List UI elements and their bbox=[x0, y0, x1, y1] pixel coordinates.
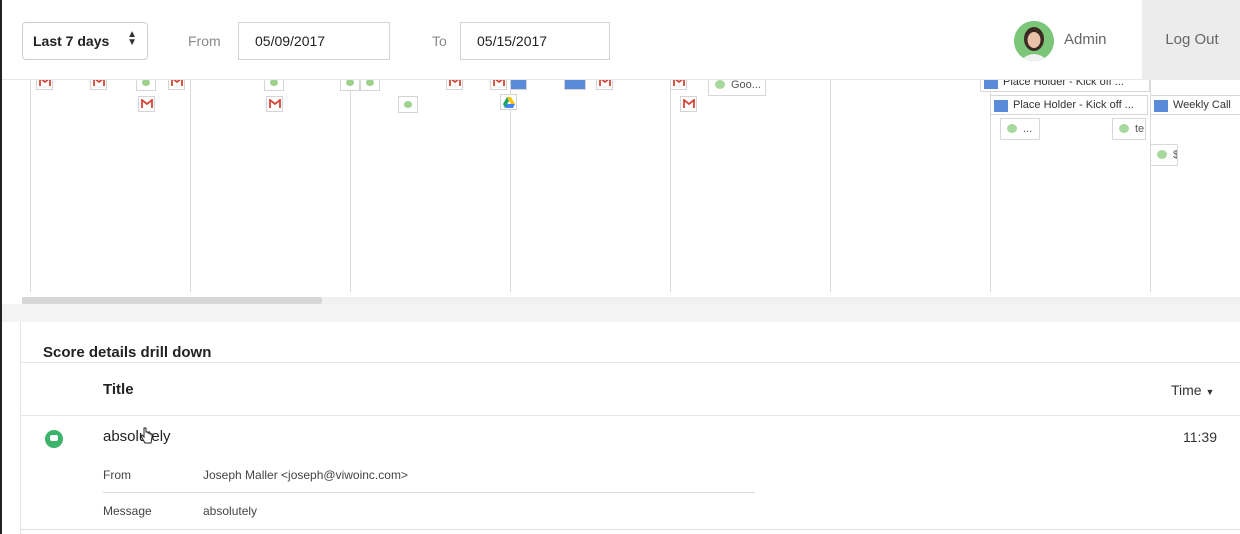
to-label: To bbox=[432, 33, 447, 49]
column-time-header[interactable]: Time ▼ bbox=[1171, 382, 1214, 398]
column-time-label: Time bbox=[1171, 382, 1202, 398]
day-divider bbox=[30, 80, 31, 292]
from-label: From bbox=[188, 33, 221, 49]
column-title-header[interactable]: Title bbox=[103, 381, 134, 398]
event-chip[interactable]: Place Holder - Kick off ... bbox=[990, 95, 1148, 115]
calendar-icon[interactable] bbox=[564, 80, 586, 90]
event-chip[interactable]: Place Holder - Kick off ... bbox=[980, 80, 1150, 92]
row-time: 11:39 bbox=[1183, 429, 1217, 445]
hand-cursor-icon bbox=[140, 427, 153, 444]
call-chip[interactable]: te bbox=[1112, 118, 1146, 140]
date-range-select[interactable]: Last 7 days ▲ ▼ bbox=[22, 22, 148, 60]
phone-icon[interactable] bbox=[398, 96, 418, 113]
event-chip-label: Place Holder - Kick off ... bbox=[1003, 80, 1124, 88]
section-divider bbox=[2, 304, 1240, 322]
phone-icon bbox=[1157, 150, 1167, 159]
call-chip-label: $ bbox=[1173, 149, 1177, 161]
panel-title: Score details drill down bbox=[43, 344, 212, 361]
phone-icon bbox=[1007, 124, 1017, 133]
event-chip-label: Weekly Call bbox=[1173, 99, 1231, 111]
to-date-input[interactable]: 05/15/2017 bbox=[460, 22, 610, 60]
header-bar: Last 7 days ▲ ▼ From 05/09/2017 To 05/15/… bbox=[2, 0, 1240, 80]
phone-icon bbox=[1119, 124, 1129, 133]
call-chip-label: Goo... bbox=[731, 80, 761, 91]
call-chip[interactable]: ... bbox=[1000, 118, 1040, 140]
call-chip-label: te bbox=[1135, 123, 1145, 135]
call-chip[interactable]: Goo... bbox=[708, 80, 766, 96]
table-header: Title Time ▼ bbox=[21, 362, 1240, 416]
message-field-label: Message bbox=[103, 504, 152, 518]
google-drive-icon[interactable] bbox=[500, 94, 517, 110]
gmail-icon[interactable] bbox=[446, 80, 463, 90]
calendar-icon bbox=[984, 80, 998, 89]
calendar-icon[interactable] bbox=[510, 80, 527, 90]
gmail-icon[interactable] bbox=[266, 96, 283, 112]
select-caret-icon: ▲ ▼ bbox=[127, 29, 137, 48]
phone-icon[interactable] bbox=[264, 80, 284, 91]
phone-icon bbox=[715, 80, 725, 89]
gmail-icon[interactable] bbox=[138, 96, 155, 112]
event-chip-label: Place Holder - Kick off ... bbox=[1013, 99, 1134, 111]
user-avatar[interactable] bbox=[1014, 21, 1054, 61]
horizontal-scrollbar-thumb[interactable] bbox=[22, 297, 322, 304]
calendar-icon bbox=[994, 100, 1008, 112]
day-divider bbox=[510, 80, 511, 292]
day-divider bbox=[190, 80, 191, 292]
day-divider bbox=[670, 80, 671, 292]
gmail-icon[interactable] bbox=[596, 80, 613, 90]
from-field-value: Joseph Maller <joseph@viwoinc.com> bbox=[203, 468, 408, 482]
logout-button[interactable]: Log Out bbox=[1142, 0, 1240, 80]
day-divider bbox=[350, 80, 351, 292]
detail-separator bbox=[103, 492, 755, 493]
row-title[interactable]: absolutely bbox=[103, 428, 171, 445]
event-chip[interactable]: Weekly Call bbox=[1150, 95, 1240, 115]
date-range-value: Last 7 days bbox=[33, 33, 110, 49]
gmail-icon[interactable] bbox=[90, 80, 107, 90]
user-name[interactable]: Admin bbox=[1064, 31, 1107, 48]
score-details-panel: Score details drill down Title Time ▼ ab… bbox=[20, 322, 1240, 534]
gmail-icon[interactable] bbox=[36, 80, 53, 90]
activity-timeline[interactable]: Goo... Place Holder - Kick off ... Place… bbox=[2, 80, 1240, 304]
call-chip-label: ... bbox=[1023, 123, 1033, 135]
row-bottom-border bbox=[21, 529, 1240, 530]
sort-down-icon: ▼ bbox=[1205, 387, 1215, 397]
hangouts-icon bbox=[45, 430, 63, 448]
day-divider bbox=[830, 80, 831, 292]
phone-icon[interactable] bbox=[340, 80, 360, 91]
gmail-icon[interactable] bbox=[670, 80, 687, 90]
from-field-label: From bbox=[103, 468, 131, 482]
avatar-photo-icon bbox=[1014, 21, 1054, 61]
message-field-value: absolutely bbox=[203, 504, 258, 518]
phone-icon[interactable] bbox=[136, 80, 156, 91]
gmail-icon[interactable] bbox=[168, 80, 185, 90]
gmail-icon[interactable] bbox=[490, 80, 507, 90]
call-chip[interactable]: $ bbox=[1150, 144, 1178, 166]
phone-icon[interactable] bbox=[360, 80, 380, 91]
gmail-icon[interactable] bbox=[680, 96, 697, 112]
from-date-input[interactable]: 05/09/2017 bbox=[238, 22, 390, 60]
calendar-icon bbox=[1154, 100, 1168, 112]
